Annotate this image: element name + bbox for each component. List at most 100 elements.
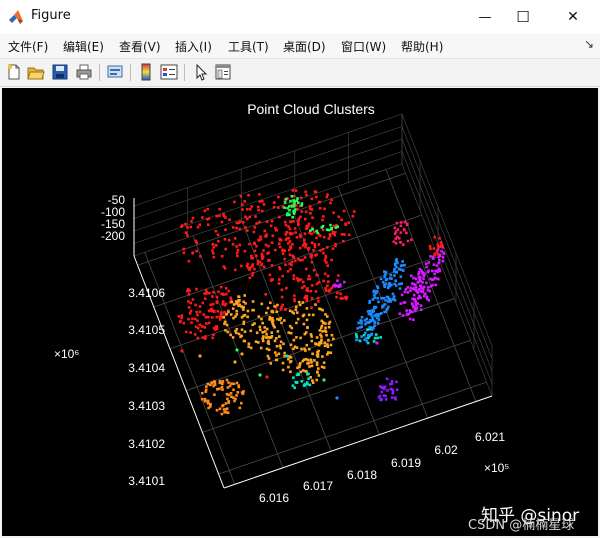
cloud-point [222,293,225,296]
cloud-point [335,295,338,299]
cloud-point [277,282,281,285]
cloud-point [309,229,312,232]
menu-overflow-icon[interactable]: ↘ [584,37,594,51]
menu-file[interactable]: 文件(F) [8,38,48,55]
cloud-point [382,394,386,397]
title-bar[interactable]: Figure — ☐ ✕ [0,0,600,34]
cloud-point [308,205,312,208]
cloud-point [381,280,385,284]
cloud-point [218,207,221,211]
cloud-point [235,251,239,255]
cloud-point [269,301,272,305]
point-cloud-plot[interactable]: 3.4101 3.4102 3.4103 3.4104 3.4105 3.4106 6.01… [2,88,598,536]
cloud-point [287,357,290,361]
cloud-point [299,278,303,281]
cloud-point [386,389,389,392]
cloud-point [299,215,302,219]
cloud-point [321,228,325,232]
cloud-point [206,223,210,226]
cloud-point [342,209,346,213]
cloud-point [436,243,439,247]
cloud-point [333,283,336,287]
menu-desktop[interactable]: 桌面(D) [283,38,326,55]
cloud-point [390,283,393,287]
cloud-point [298,363,302,366]
cloud-point [321,330,324,333]
cloud-point [225,407,229,410]
cloud-point [289,356,293,359]
cloud-point [403,220,407,224]
cloud-point [289,245,292,249]
cloud-point [379,336,382,339]
cloud-point [310,364,314,368]
menu-insert[interactable]: 插入(I) [175,38,212,55]
cloud-point [315,378,318,382]
toolbar-separator [184,64,185,81]
menu-view[interactable]: 查看(V) [119,38,161,55]
cloud-point [295,381,298,384]
cloud-point [373,324,376,327]
window-title: Figure [31,8,71,23]
cloud-point [347,233,351,237]
menu-tools[interactable]: 工具(T) [228,38,269,55]
cloud-point [396,235,399,239]
cloud-point [201,216,204,219]
cloud-point [218,381,222,385]
cloud-point [182,251,186,255]
cloud-point [393,232,397,236]
cloud-point [432,263,436,266]
y-tick-label: 3.4106 [128,286,165,300]
menu-window[interactable]: 窗口(W) [341,38,386,55]
save-icon[interactable] [51,63,69,81]
cloud-point [395,388,399,391]
cloud-point [213,310,216,313]
cloud-point [284,263,287,266]
cloud-point [393,396,397,399]
cloud-point [204,289,208,292]
cloud-point [235,381,239,385]
maximize-button[interactable]: ☐ [500,0,546,34]
cloud-point [261,321,264,325]
cloud-point [187,300,190,303]
cloud-point [308,365,311,368]
grid-line [137,172,406,266]
new-figure-icon[interactable] [5,63,23,81]
menu-help[interactable]: 帮助(H) [401,38,443,55]
cloud-point [247,345,250,348]
cloud-point [231,307,235,310]
menu-edit[interactable]: 编辑(E) [63,38,104,55]
edit-plot-arrow-icon[interactable] [192,63,210,81]
cloud-point [304,190,307,194]
cloud-point [288,253,292,257]
cloud-point [429,247,432,251]
cloud-point [291,189,295,192]
cloud-point [293,294,296,297]
cloud-point [249,329,253,333]
cloud-point [298,233,302,237]
insert-colorbar-icon[interactable] [137,63,155,81]
link-plot-icon[interactable] [106,63,124,81]
insert-legend-icon[interactable] [160,63,178,81]
cloud-point [280,288,284,292]
cloud-point [222,403,225,407]
cloud-point [396,228,400,231]
cloud-point [382,297,386,300]
cloud-point [247,193,250,197]
print-icon[interactable] [75,63,93,81]
cloud-point [417,275,421,278]
cloud-point [426,288,430,292]
open-file-icon[interactable] [27,63,45,81]
property-inspector-icon[interactable] [214,63,232,81]
close-button[interactable]: ✕ [550,0,596,34]
cloud-point [210,309,213,313]
cloud-point [231,226,235,229]
cloud-point [242,308,245,311]
cloud-point [227,289,231,293]
cloud-point [303,383,306,387]
cloud-point [289,220,292,223]
cloud-point [310,361,313,364]
cloud-point [365,340,369,343]
cloud-point [398,282,401,286]
figure-canvas[interactable]: 3.4101 3.4102 3.4103 3.4104 3.4105 3.4106 6.01… [2,88,598,536]
cloud-point [255,222,258,225]
